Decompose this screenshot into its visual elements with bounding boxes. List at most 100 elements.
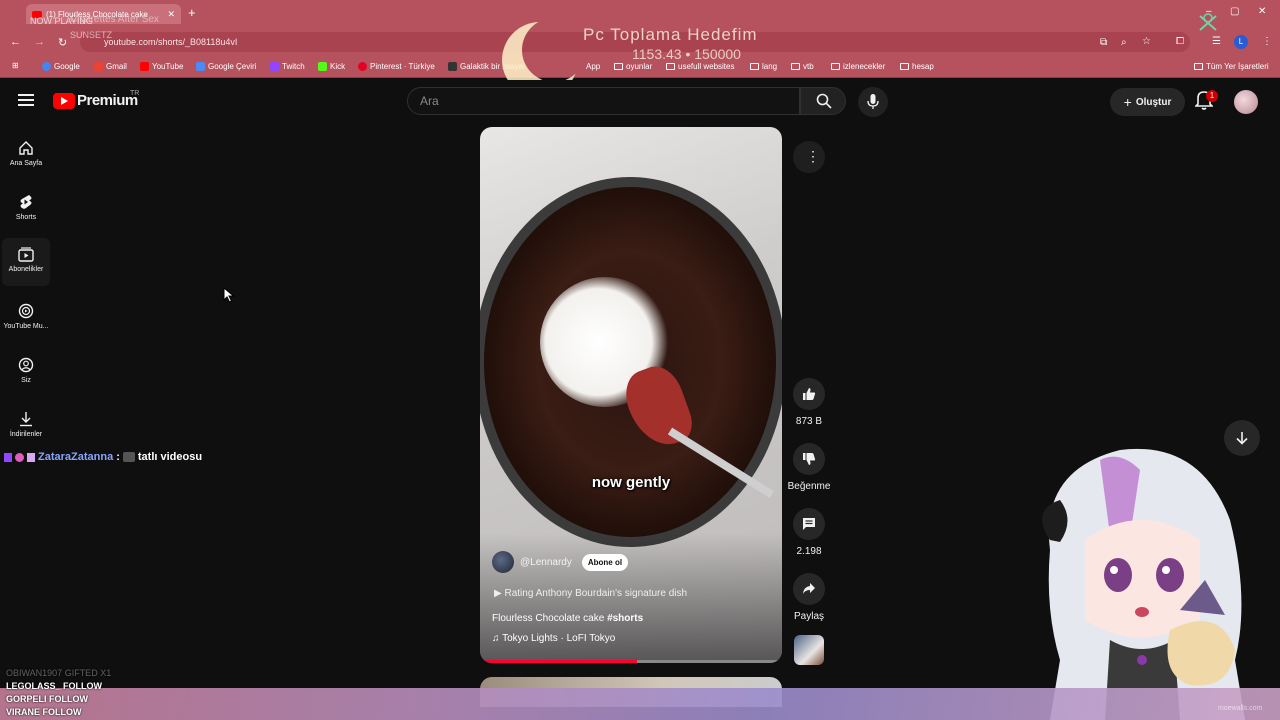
apps-grid-icon[interactable]: ⊞ — [12, 61, 19, 70]
bookmark-folder-izlenecekler[interactable]: izlenecekler — [831, 62, 885, 71]
dislike-label: Beğenme — [787, 481, 831, 492]
screen: (1) Flourless Chocolate cake ✕ + – ▢ ✕ N… — [0, 0, 1280, 720]
bookmark-kick[interactable]: Kick — [318, 62, 345, 71]
moon-decoration — [522, 18, 586, 82]
search-button[interactable] — [800, 87, 846, 115]
translate-icon — [196, 62, 205, 71]
subscriptions-icon — [18, 247, 34, 262]
sidebar-item-downloads[interactable]: İndirilenler — [2, 407, 50, 451]
channel-name[interactable]: @Lennardy — [520, 557, 572, 568]
extensions-icon[interactable]: ⧠ — [1176, 36, 1184, 47]
search-input[interactable]: Ara — [407, 87, 800, 115]
sidebar-item-youtube-music[interactable]: YouTube Mu... — [2, 299, 50, 343]
profile-icon[interactable]: L — [1234, 35, 1248, 49]
sound-thumbnail[interactable] — [794, 635, 824, 665]
bookmark-gmail[interactable]: Gmail — [94, 62, 127, 71]
sidebar-item-you[interactable]: Siz — [2, 353, 50, 397]
bookmark-google[interactable]: Google — [42, 62, 80, 71]
folder-icon — [666, 63, 675, 70]
music-link[interactable]: ♫ Tokyo Lights · LoFI Tokyo — [492, 633, 615, 644]
sidebar-item-shorts[interactable]: Shorts — [2, 190, 50, 234]
bookmark-twitch[interactable]: Twitch — [270, 62, 305, 71]
bookmark-folder-hesap[interactable]: hesap — [900, 62, 934, 71]
bookmark-app[interactable]: App — [586, 62, 600, 71]
music-title: Tokyo Lights · LoFI Tokyo — [502, 633, 616, 644]
browser-menu-icon[interactable]: ⋮ — [1262, 36, 1272, 47]
bookmark-star-icon[interactable]: ☆ — [1142, 36, 1151, 47]
back-arrow-icon[interactable]: ← — [10, 36, 21, 48]
kick-icon — [318, 62, 327, 71]
folder-icon — [900, 63, 909, 70]
sidebar-item-home[interactable]: Ana Sayfa — [2, 136, 50, 180]
download-icon — [20, 412, 32, 427]
shorts-video-player[interactable]: now gently @Lennardy Abone ol ▶ Rating A… — [480, 127, 782, 663]
more-options-button[interactable]: ⋮ — [793, 141, 825, 173]
bookmark-folder-oyunlar[interactable]: oyunlar — [614, 62, 652, 71]
bookmark-folder-usefull[interactable]: usefull websites — [666, 62, 734, 71]
more-vert-icon: ⋮ — [806, 148, 820, 164]
reading-list-icon[interactable]: ☰ — [1212, 36, 1221, 47]
microphone-icon — [867, 94, 879, 109]
share-label: Paylaş — [793, 611, 824, 622]
maximize-button[interactable]: ▢ — [1230, 6, 1239, 17]
youtube-brand[interactable]: Premium — [77, 92, 138, 109]
chat-username: ZataraZatanna — [38, 451, 114, 463]
google-icon — [42, 62, 51, 71]
now-playing-artist: SUNSETZ — [70, 30, 113, 40]
vtuber-avatar — [1042, 448, 1245, 720]
sidebar-item-label: İndirilenler — [9, 431, 43, 438]
folder-icon — [831, 63, 840, 70]
share-button[interactable] — [793, 573, 825, 605]
like-button[interactable] — [793, 378, 825, 410]
bookmark-folder-lang[interactable]: lang — [750, 62, 777, 71]
thumbs-down-icon — [803, 453, 816, 465]
like-count: 873 B — [795, 416, 823, 427]
sidebar-item-label: Siz — [21, 377, 31, 384]
folder-icon — [614, 63, 623, 70]
menu-icon[interactable] — [18, 94, 34, 106]
like-action[interactable]: 873 B — [786, 378, 832, 427]
comments-button[interactable] — [793, 508, 825, 540]
channel-avatar[interactable] — [492, 551, 514, 573]
dislike-button[interactable] — [793, 443, 825, 475]
account-avatar[interactable] — [1234, 90, 1258, 114]
comment-icon — [803, 518, 815, 530]
forward-arrow-icon[interactable]: → — [34, 36, 45, 48]
close-window-button[interactable]: ✕ — [1258, 6, 1266, 17]
create-button[interactable]: + Oluştur — [1110, 88, 1185, 116]
video-progress-bar[interactable] — [480, 660, 782, 663]
related-video-link[interactable]: ▶ Rating Anthony Bourdain's signature di… — [494, 588, 687, 599]
donation-goal-value: 1153.43 • 150000 — [632, 46, 741, 62]
share-arrow-icon — [803, 583, 815, 594]
twitch-icon — [270, 62, 279, 71]
reload-icon[interactable]: ↻ — [58, 36, 67, 49]
youtube-icon — [140, 62, 149, 71]
chat-text: tatlı videosu — [137, 451, 203, 463]
folder-icon — [791, 63, 800, 70]
wallpaper-watermark: moewalls.com — [1218, 705, 1263, 712]
bookmark-galaktik[interactable]: Galaktik bir sosyal — [448, 62, 525, 71]
dislike-action[interactable]: Beğenme — [786, 443, 832, 492]
new-tab-button[interactable]: + — [188, 5, 196, 20]
video-caption: now gently — [591, 474, 671, 491]
hashtag-link[interactable]: #shorts — [607, 613, 643, 624]
create-label: Oluştur — [1135, 96, 1172, 108]
stream-alerts: OBIWAN1907 GIFTED X1 LEGOLASS_ FOLLOW GO… — [6, 667, 111, 719]
voice-search-button[interactable] — [858, 87, 888, 117]
bookmark-pinterest[interactable]: Pinterest · Türkiye — [358, 62, 435, 71]
install-app-icon[interactable]: ⧉ — [1100, 37, 1107, 48]
donation-goal-title: Pc Toplama Hedefim — [583, 25, 758, 44]
tab-close-icon[interactable]: ✕ — [167, 9, 175, 20]
comments-action[interactable]: 2.198 — [786, 508, 832, 557]
subscribe-button[interactable]: Abone ol — [581, 553, 629, 571]
all-bookmarks-folder[interactable]: Tüm Yer İşaretleri — [1194, 62, 1269, 71]
zoom-icon[interactable]: ⌕ — [1121, 37, 1127, 48]
bookmark-google-translate[interactable]: Google Çeviri — [196, 62, 256, 71]
youtube-logo-icon[interactable] — [53, 93, 75, 109]
sidebar-item-subscriptions[interactable]: Abonelikler — [2, 238, 50, 286]
bookmark-folder-vtb[interactable]: vtb — [791, 62, 814, 71]
share-action[interactable]: Paylaş — [786, 573, 832, 622]
alert-item: VIRANE FOLLOW — [6, 707, 82, 717]
chat-message: ZataraZatanna : tatlı videosu — [4, 451, 202, 463]
bookmark-youtube[interactable]: YouTube — [140, 62, 183, 71]
